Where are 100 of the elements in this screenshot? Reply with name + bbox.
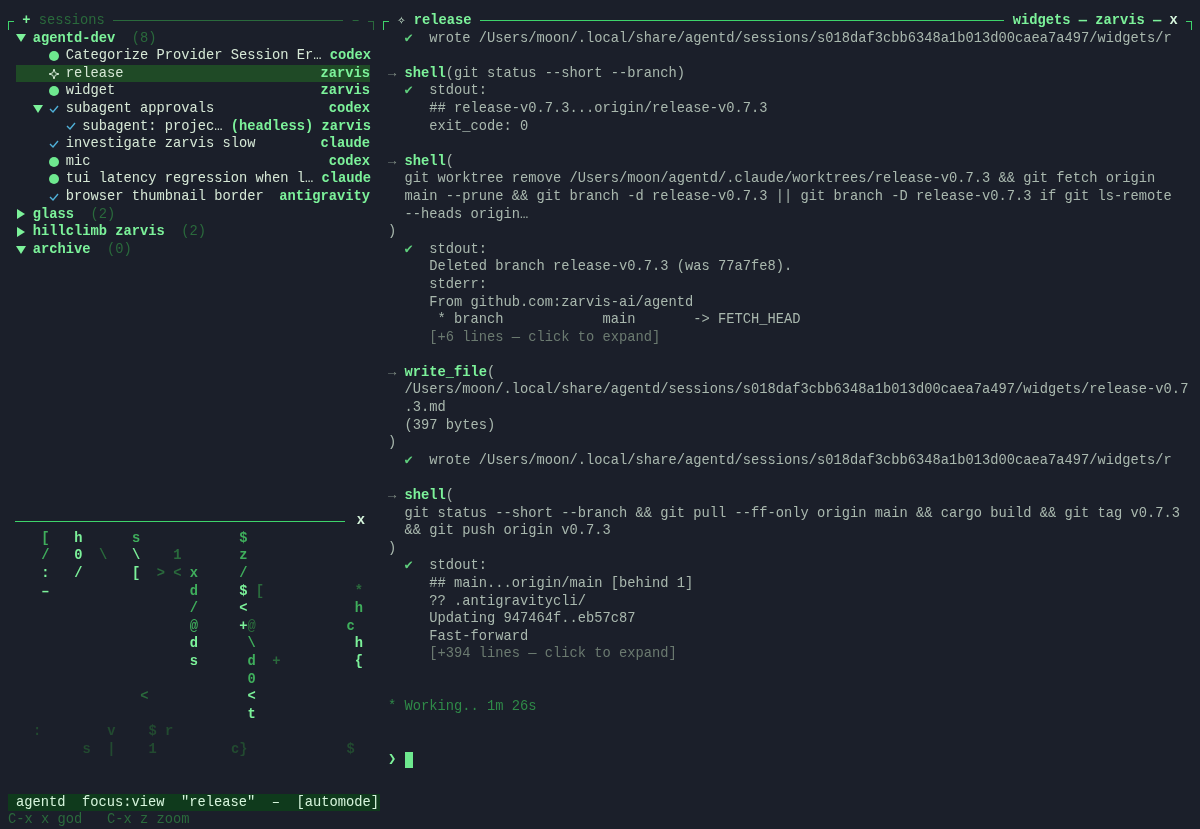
agent-name: claude xyxy=(320,135,370,153)
caret-icon[interactable] xyxy=(16,209,27,220)
output-line: From github.com:zarvis-ai/agentd xyxy=(429,293,694,312)
rain-glyph: > xyxy=(156,565,165,583)
status-label: agentd xyxy=(16,793,66,812)
group-name[interactable]: archive xyxy=(32,240,91,259)
caret-icon[interactable] xyxy=(16,226,27,237)
session-row[interactable]: release zarvis xyxy=(16,64,370,83)
add-button[interactable]: + xyxy=(22,12,31,30)
output-line: stdout: xyxy=(429,82,487,100)
rain-glyph: / xyxy=(74,565,83,583)
sparkle-glyph: ✧ xyxy=(397,12,406,30)
rain-glyph: < xyxy=(140,688,149,706)
status-label: focus:view xyxy=(82,793,165,812)
check-glyph: ✔ xyxy=(404,452,413,468)
rain-glyph: / xyxy=(41,547,50,565)
tool-args: ( xyxy=(445,152,455,171)
closing-paren: ) xyxy=(388,434,397,452)
rain-glyph: 0 xyxy=(74,547,83,565)
output-line: exit_code: 0 xyxy=(429,117,529,136)
session-row[interactable]: investigate zarvis slow claude xyxy=(16,135,370,153)
rain-glyph: \ xyxy=(247,635,256,653)
status-label: [automode] xyxy=(296,793,380,812)
rain-glyph: d xyxy=(189,635,198,653)
view-meta: widgets xyxy=(1012,12,1071,30)
close-button[interactable]: x xyxy=(356,512,365,530)
text-cursor[interactable] xyxy=(404,751,413,768)
check-icon xyxy=(49,104,60,113)
session-title: Categorize Provider Session Er… xyxy=(65,47,322,65)
rain-glyph: s xyxy=(132,529,141,548)
rain-glyph: [ xyxy=(255,582,264,601)
rain-glyph: d xyxy=(247,652,256,671)
session-title: subagent approvals xyxy=(65,99,215,118)
session-row[interactable]: subagent approvals codex xyxy=(16,99,370,118)
session-row[interactable]: Categorize Provider Session Er… codex xyxy=(16,47,370,65)
running-dot-icon xyxy=(49,156,60,167)
check-glyph: ✔ xyxy=(404,83,413,99)
group-name[interactable]: agentd-dev xyxy=(32,29,116,48)
session-row[interactable]: widget zarvis xyxy=(16,82,370,100)
tool-name: shell xyxy=(404,487,446,505)
rain-glyph: / xyxy=(239,565,248,583)
running-dot-icon xyxy=(49,86,60,97)
session-row[interactable]: browser thumbnail border antigravity xyxy=(16,187,370,206)
rain-glyph: 1 xyxy=(173,547,182,565)
agent-name: antigravity xyxy=(279,187,370,206)
group-count: (2) xyxy=(181,223,207,241)
rain-glyph: < xyxy=(239,600,248,618)
agent-name: zarvis xyxy=(320,82,370,100)
session-row[interactable]: subagent: projec… (headless) zarvis xyxy=(16,117,370,136)
caret-icon[interactable] xyxy=(16,33,27,44)
tool-args: ( xyxy=(445,487,455,505)
output-line: ?? .antigravitycli/ xyxy=(429,592,587,611)
tool-arg-line: git worktree remove /Users/moon/agentd/.claude/worktrees/release-v0.7.3 && git fetch origin xyxy=(403,170,1156,188)
status-label: "release" xyxy=(181,793,256,812)
rain-glyph: $ xyxy=(346,740,355,759)
output-line: stdout: xyxy=(429,240,487,259)
session-row[interactable]: mic codex xyxy=(16,152,370,171)
rain-glyph: { xyxy=(354,652,363,671)
agent-name: claude xyxy=(321,170,372,188)
close-button[interactable]: x xyxy=(1169,12,1178,30)
session-row[interactable]: tui latency regression when l… claude xyxy=(16,170,370,188)
caret-icon[interactable] xyxy=(32,103,43,114)
rain-glyph: < xyxy=(173,565,182,583)
output-line: * branch main -> FETCH_HEAD xyxy=(436,311,801,329)
tool-arg-line: .3.md xyxy=(403,399,446,417)
output-line: stderr: xyxy=(429,275,487,294)
agent-name: codex xyxy=(328,99,370,118)
arrow-glyph: → xyxy=(388,64,398,83)
group-count: (8) xyxy=(131,29,157,48)
running-dot-icon xyxy=(49,174,60,185)
key-hint: C-x z zoom xyxy=(107,811,190,829)
session-title: widget xyxy=(65,82,116,100)
expand-link[interactable]: [+394 lines — click to expand] xyxy=(429,645,677,663)
group-name[interactable]: hillclimb zarvis xyxy=(32,223,165,241)
rain-glyph: t xyxy=(247,705,256,724)
rain-glyph: : xyxy=(33,723,42,741)
rain-glyph: \ xyxy=(99,547,108,565)
group-name[interactable]: glass xyxy=(32,205,74,224)
rain-glyph: z xyxy=(239,547,248,565)
tool-arg-line: main --prune && git branch -d release-v0.7.3 || git branch -D release-v0.7.3 if git ls-remote xyxy=(403,187,1172,206)
rain-glyph: + xyxy=(272,652,281,671)
spinner-glyph: * xyxy=(388,698,398,716)
arrow-glyph: → xyxy=(388,152,398,171)
agent-name: codex xyxy=(329,47,372,65)
rain-glyph: d xyxy=(189,582,198,601)
rain-glyph: x xyxy=(189,565,198,583)
arrow-glyph: → xyxy=(388,363,398,382)
check-icon xyxy=(49,139,60,148)
tool-name: shell xyxy=(404,152,446,171)
caret-icon[interactable] xyxy=(16,244,27,255)
view-meta: zarvis xyxy=(1095,12,1145,30)
session-title: mic xyxy=(65,152,91,171)
check-glyph: ✔ xyxy=(404,30,413,46)
session-tag: (headless) xyxy=(230,117,314,136)
tool-args: (git status --short --branch) xyxy=(445,64,686,83)
view-meta: — xyxy=(1078,12,1087,30)
rain-glyph: + xyxy=(239,617,248,636)
group-count: (2) xyxy=(90,205,116,224)
expand-link[interactable]: [+6 lines — click to expand] xyxy=(429,328,661,347)
key-hint: C-x x god xyxy=(8,811,83,829)
